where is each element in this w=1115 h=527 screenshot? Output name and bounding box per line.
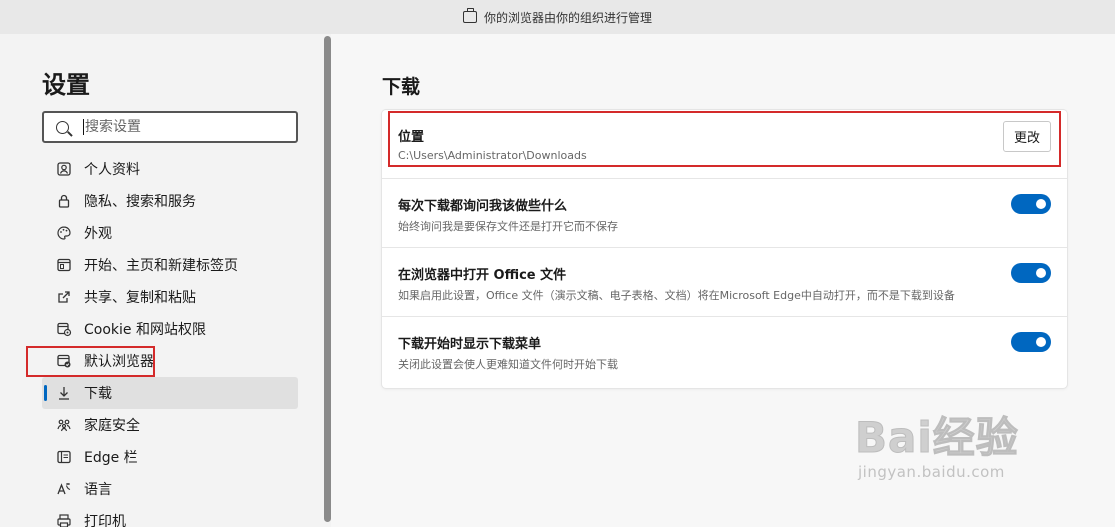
scrollbar-thumb[interactable]: [324, 36, 331, 522]
settings-sidebar: 设置 个人资料 隐私、搜索和服务 外观 开始、主页和新建标签页 共享、复制和粘贴…: [0, 34, 331, 527]
location-row: 位置 C:\Users\Administrator\Downloads 更改: [382, 110, 1067, 179]
setting-title: 下载开始时显示下载菜单: [398, 337, 542, 352]
page-title: 下载: [382, 76, 421, 98]
home-tabs-icon: [56, 257, 72, 273]
browser-icon: [56, 353, 72, 369]
sidebar-item-label: Cookie 和网站权限: [84, 322, 206, 338]
cookie-icon: [56, 321, 72, 337]
sidebar-item-cookies[interactable]: Cookie 和网站权限: [42, 313, 298, 345]
printer-icon: [56, 513, 72, 527]
setting-title: 在浏览器中打开 Office 文件: [398, 268, 567, 283]
setting-description: 关闭此设置会使人更难知道文件何时开始下载: [398, 358, 618, 371]
setting-description: 始终询问我是要保存文件还是打开它而不保存: [398, 220, 618, 233]
search-icon: [56, 120, 69, 134]
change-location-button[interactable]: 更改: [1003, 121, 1051, 152]
setting-row: 每次下载都询问我该做些什么 始终询问我是要保存文件还是打开它而不保存: [382, 179, 1067, 248]
sidebar-item-family[interactable]: 家庭安全: [42, 409, 298, 441]
share-icon: [56, 289, 72, 305]
ask-where-to-save-toggle[interactable]: [1011, 194, 1051, 214]
sidebar-item-start-home[interactable]: 开始、主页和新建标签页: [42, 249, 298, 281]
sidebar-item-appearance[interactable]: 外观: [42, 217, 298, 249]
sidebar-panel-icon: [56, 449, 72, 465]
settings-nav: 个人资料 隐私、搜索和服务 外观 开始、主页和新建标签页 共享、复制和粘贴 Co…: [42, 153, 298, 527]
family-icon: [56, 417, 72, 433]
setting-title: 每次下载都询问我该做些什么: [398, 199, 568, 214]
search-input[interactable]: [83, 119, 283, 135]
palette-icon: [56, 225, 72, 241]
sidebar-item-label: 语言: [84, 482, 112, 498]
sidebar-item-edge-bar[interactable]: Edge 栏: [42, 441, 298, 473]
sidebar-item-language[interactable]: 语言: [42, 473, 298, 505]
settings-content: 下载 位置 C:\Users\Administrator\Downloads 更…: [331, 34, 1115, 527]
sidebar-item-label: 外观: [84, 226, 112, 242]
managed-banner-text: 你的浏览器由你的组织进行管理: [483, 10, 652, 25]
sidebar-item-default-browser[interactable]: 默认浏览器: [42, 345, 298, 377]
search-box[interactable]: [42, 111, 298, 143]
sidebar-item-share[interactable]: 共享、复制和粘贴: [42, 281, 298, 313]
sidebar-item-label: 共享、复制和粘贴: [84, 290, 196, 306]
briefcase-icon: [462, 8, 477, 23]
sidebar-item-label: 默认浏览器: [84, 354, 154, 370]
sidebar-item-label: 家庭安全: [84, 418, 140, 434]
setting-description: 如果启用此设置，Office 文件（演示文稿、电子表格、文档）将在Microso…: [398, 289, 955, 302]
sidebar-item-downloads[interactable]: 下载: [42, 377, 298, 409]
sidebar-item-label: 隐私、搜索和服务: [84, 194, 196, 210]
sidebar-item-label: 开始、主页和新建标签页: [84, 258, 238, 274]
settings-title: 设置: [42, 71, 90, 99]
show-downloads-menu-toggle[interactable]: [1011, 332, 1051, 352]
open-office-files-toggle[interactable]: [1011, 263, 1051, 283]
setting-row: 下载开始时显示下载菜单 关闭此设置会使人更难知道文件何时开始下载: [382, 317, 1067, 386]
sidebar-item-printers[interactable]: 打印机: [42, 505, 298, 527]
downloads-settings-card: 位置 C:\Users\Administrator\Downloads 更改 每…: [382, 110, 1067, 388]
setting-row: 在浏览器中打开 Office 文件 如果启用此设置，Office 文件（演示文稿…: [382, 248, 1067, 317]
sidebar-item-label: 个人资料: [84, 162, 140, 178]
sidebar-item-label: Edge 栏: [84, 450, 138, 466]
lock-icon: [56, 193, 72, 209]
sidebar-item-label: 打印机: [84, 514, 126, 527]
download-icon: [56, 385, 72, 401]
sidebar-item-privacy[interactable]: 隐私、搜索和服务: [42, 185, 298, 217]
sidebar-item-label: 下载: [84, 386, 112, 402]
profile-icon: [56, 161, 72, 177]
language-icon: [56, 481, 72, 497]
sidebar-item-profile[interactable]: 个人资料: [42, 153, 298, 185]
location-path: C:\Users\Administrator\Downloads: [398, 149, 587, 162]
sidebar-scrollbar[interactable]: [324, 34, 331, 527]
location-title: 位置: [398, 130, 425, 145]
managed-banner: 你的浏览器由你的组织进行管理: [0, 0, 1115, 34]
